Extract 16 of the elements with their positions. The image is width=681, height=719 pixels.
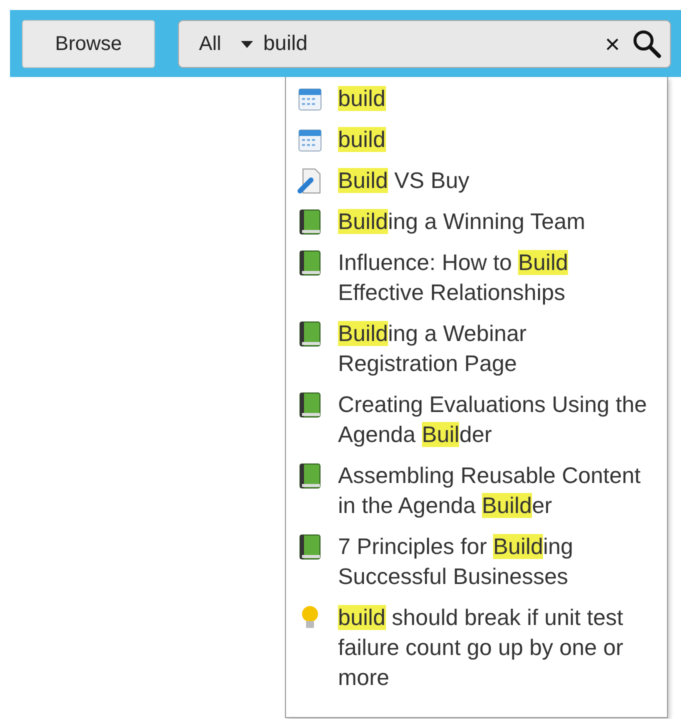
result-link[interactable]: Build VS Buy: [338, 166, 650, 196]
result-link[interactable]: Building a Webinar Registration Page: [338, 319, 650, 379]
result-link[interactable]: build should break if unit test failure count go up by one or more: [338, 603, 650, 693]
result-link[interactable]: build: [338, 125, 650, 155]
result-link[interactable]: build: [338, 84, 650, 114]
result-link[interactable]: 7 Principles for Building Successful Businesses: [338, 532, 650, 592]
result-link[interactable]: Assembling Reusable Content in the Agenda Builder: [338, 461, 650, 521]
browse-button[interactable]: Browse: [22, 20, 155, 68]
search-field[interactable]: All build ×: [178, 20, 671, 68]
search-icon[interactable]: [632, 29, 662, 59]
result-link[interactable]: Building a Winning Team: [338, 207, 650, 237]
result-link[interactable]: Influence: How to Build Effective Relationships: [338, 248, 650, 308]
caret-icon: [241, 40, 254, 48]
scope-dropdown[interactable]: All: [199, 29, 254, 59]
result-link[interactable]: Creating Evaluations Using the Agenda Builder: [338, 390, 650, 450]
clear-button[interactable]: ×: [604, 31, 632, 57]
